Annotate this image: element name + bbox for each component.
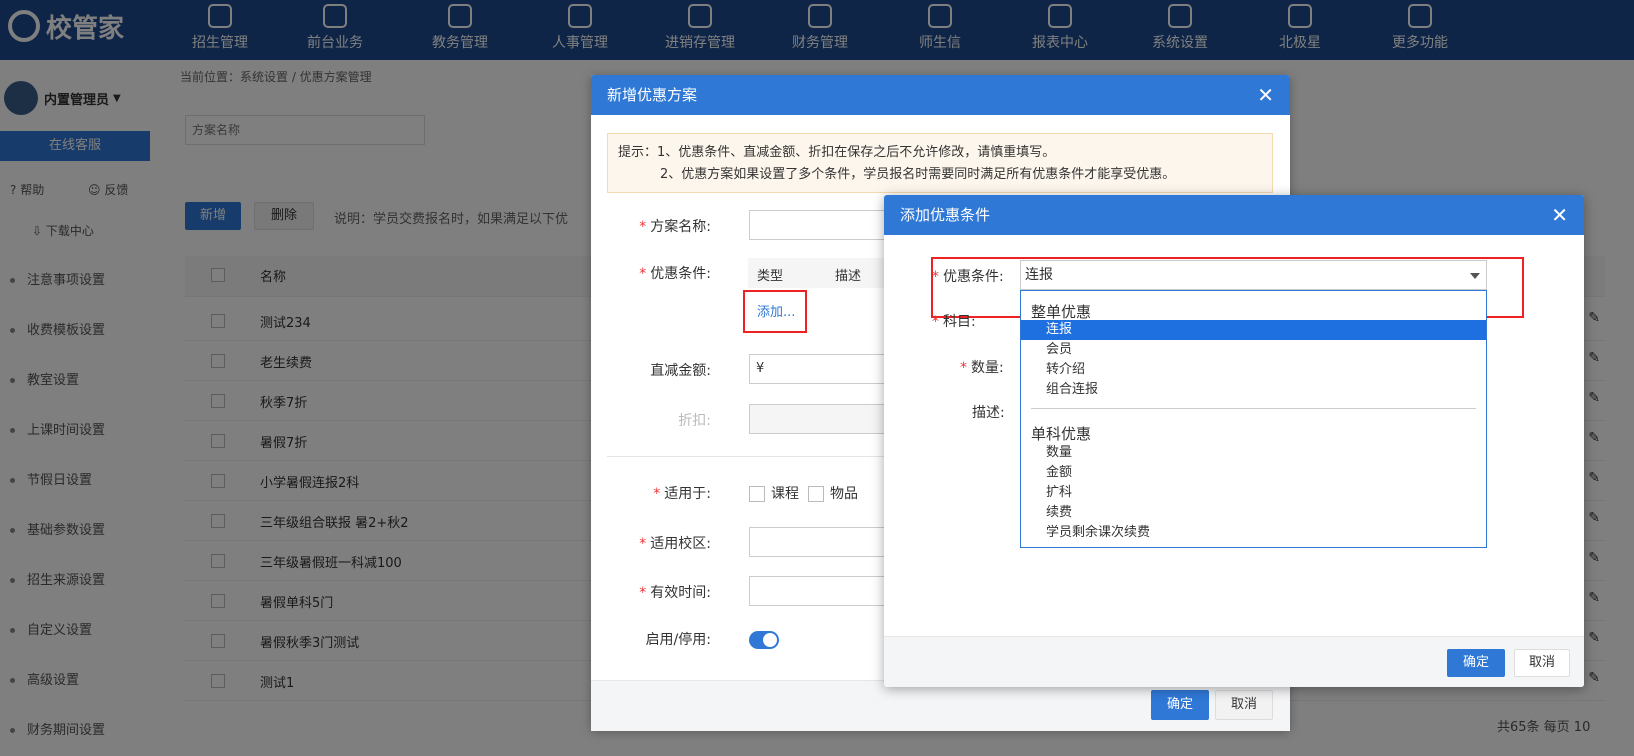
confirm-button[interactable]: 确定 <box>1151 690 1209 720</box>
cancel-button[interactable]: 取消 <box>1514 649 1570 677</box>
option-item[interactable]: 数量 <box>1021 443 1486 463</box>
close-icon[interactable]: ✕ <box>1551 195 1568 235</box>
quantity-label: * 数量: <box>960 360 1004 376</box>
option-item[interactable]: 扩科 <box>1021 483 1486 503</box>
option-group-label: 单科优惠 <box>1031 425 1092 443</box>
option-item[interactable]: 续费 <box>1021 503 1486 523</box>
option-item[interactable]: 组合连报 <box>1021 380 1486 400</box>
valid-time-label: * 有效时间: <box>639 585 711 601</box>
apply-course-checkbox[interactable]: 课程 <box>749 483 799 503</box>
dialog-title-bar: 新增优惠方案 ✕ <box>591 75 1290 115</box>
option-item[interactable]: 转介绍 <box>1021 360 1486 380</box>
dialog-title-bar: 添加优惠条件 ✕ <box>884 195 1584 235</box>
divider <box>1031 408 1476 409</box>
enable-toggle[interactable] <box>749 631 779 649</box>
condition-label: * 优惠条件: <box>639 266 711 282</box>
discount-label: 折扣: <box>678 413 711 429</box>
subject-label: * 科目: <box>932 314 976 330</box>
plan-name-label: * 方案名称: <box>639 219 711 235</box>
amount-label: 直减金额: <box>650 363 711 379</box>
condition-select[interactable]: 连报 <box>1020 260 1487 290</box>
campus-label: * 适用校区: <box>639 536 711 552</box>
option-item[interactable]: 会员 <box>1021 340 1486 360</box>
chevron-down-icon <box>1470 273 1480 279</box>
option-group-label: 整单优惠 <box>1031 303 1092 321</box>
add-condition-link[interactable]: 添加... <box>757 301 795 320</box>
cancel-button[interactable]: 取消 <box>1215 690 1273 720</box>
description-label: 描述: <box>972 405 1005 421</box>
close-icon[interactable]: ✕ <box>1257 75 1274 115</box>
dialog-footer: 确定 取消 <box>884 636 1584 687</box>
condition-dropdown: 整单优惠 连报 会员 转介绍 组合连报 单科优惠 数量 金额 扩科 续费 学员剩… <box>1020 290 1487 548</box>
apply-goods-checkbox[interactable]: 物品 <box>808 483 858 503</box>
option-item[interactable]: 连报 <box>1021 320 1486 340</box>
enable-label: 启用/停用: <box>645 632 711 648</box>
add-discount-condition-dialog: 添加优惠条件 ✕ * 优惠条件: 连报 * 科目: * 数量: 描述: 整单优惠 连报… <box>884 195 1584 687</box>
apply-to-label: * 适用于: <box>653 486 711 502</box>
condition-label: * 优惠条件: <box>932 269 1004 285</box>
confirm-button[interactable]: 确定 <box>1447 649 1505 677</box>
option-item[interactable]: 学员剩余课次续费 <box>1021 523 1486 543</box>
option-item[interactable]: 金额 <box>1021 463 1486 483</box>
tip-box: 提示：1、优惠条件、直减金额、折扣在保存之后不允许修改，请慎重填写。 2、优惠方… <box>607 133 1273 193</box>
